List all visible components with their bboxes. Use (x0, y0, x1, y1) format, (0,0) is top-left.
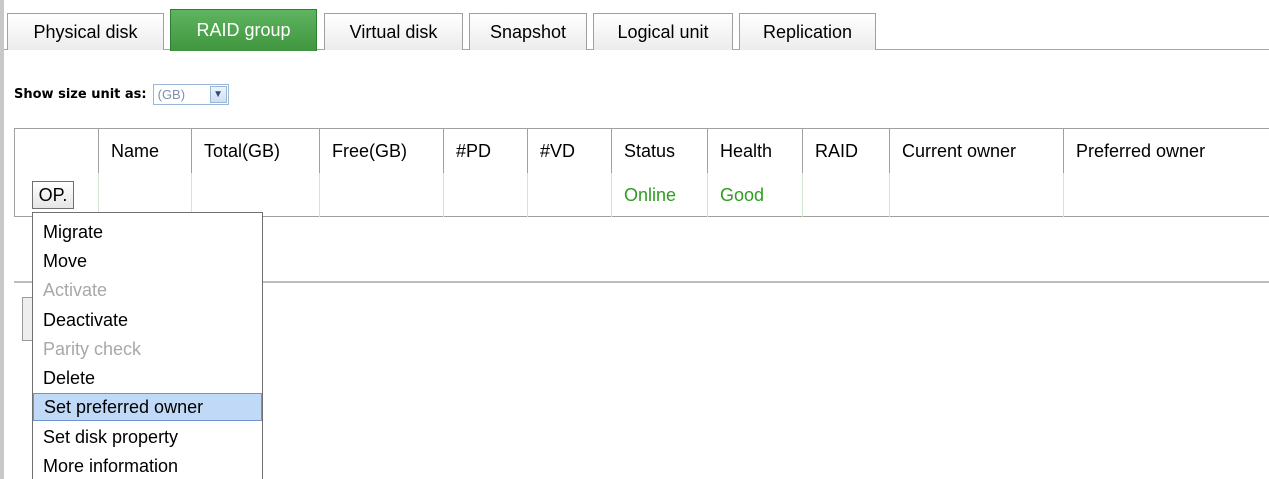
op-context-menu: Migrate Move Activate Deactivate Parity … (32, 212, 263, 479)
tab-raid-group[interactable]: RAID group (170, 9, 317, 51)
tab-bar: Physical disk RAID group Virtual disk Sn… (4, 9, 1269, 51)
header-vd: #VD (528, 129, 612, 173)
size-unit-select[interactable]: (GB) ▼ (152, 83, 229, 105)
op-cell: OP. (15, 173, 99, 217)
menu-item-activate: Activate (43, 279, 108, 300)
header-free: Free(GB) (320, 129, 444, 173)
menu-item-more-information[interactable]: More information (33, 452, 262, 479)
window-left-border (0, 0, 4, 479)
header-name: Name (99, 129, 192, 173)
menu-item-deactivate[interactable]: Deactivate (33, 306, 262, 334)
op-button[interactable]: OP. (32, 181, 74, 209)
cell-raid: RAID 0 (803, 173, 890, 217)
header-op (15, 129, 99, 173)
tab-physical-disk[interactable]: Physical disk (7, 13, 164, 50)
cell-name: 0 (99, 173, 192, 217)
cell-total: 136 (192, 173, 320, 217)
header-current-owner: Current owner (890, 129, 1064, 173)
menu-item-set-preferred-owner[interactable]: Set preferred owner (33, 393, 262, 421)
header-preferred-owner: Preferred owner (1076, 140, 1206, 161)
chevron-down-icon[interactable]: ▼ (209, 85, 227, 103)
menu-item-set-disk-property[interactable]: Set disk property (33, 423, 262, 451)
header-raid: RAID (803, 129, 890, 173)
cell-current-owner: Controller 1 (890, 173, 1064, 217)
menu-item-parity-check: Parity check (43, 338, 142, 359)
header-pd: #PD (444, 129, 528, 173)
tab-logical-unit[interactable]: Logical unit (593, 13, 733, 50)
cell-free: 85 (320, 173, 444, 217)
header-health: Health (708, 129, 803, 173)
size-unit-label: Show size unit as: (14, 86, 147, 102)
size-unit-row: Show size unit as: (GB) ▼ (14, 83, 229, 105)
tab-replication[interactable]: Replication (739, 13, 876, 50)
cell-preferred-owner: Controller 1 (1076, 184, 1170, 205)
tab-snapshot[interactable]: Snapshot (469, 13, 587, 50)
size-unit-value: (GB) (157, 86, 186, 102)
tab-virtual-disk[interactable]: Virtual disk (324, 13, 463, 50)
menu-item-move[interactable]: Move (33, 247, 262, 275)
cell-pd: 2 (444, 173, 528, 217)
header-total: Total(GB) (192, 129, 320, 173)
cell-vd: 2 (528, 173, 612, 217)
header-status: Status (612, 129, 708, 173)
menu-item-migrate[interactable]: Migrate (33, 218, 262, 246)
raid-group-table: Name Total(GB) Free(GB) #PD #VD Status H… (14, 128, 1269, 217)
cell-status: Online (612, 173, 708, 217)
menu-item-delete[interactable]: Delete (33, 364, 262, 392)
cell-health: Good (708, 173, 803, 217)
